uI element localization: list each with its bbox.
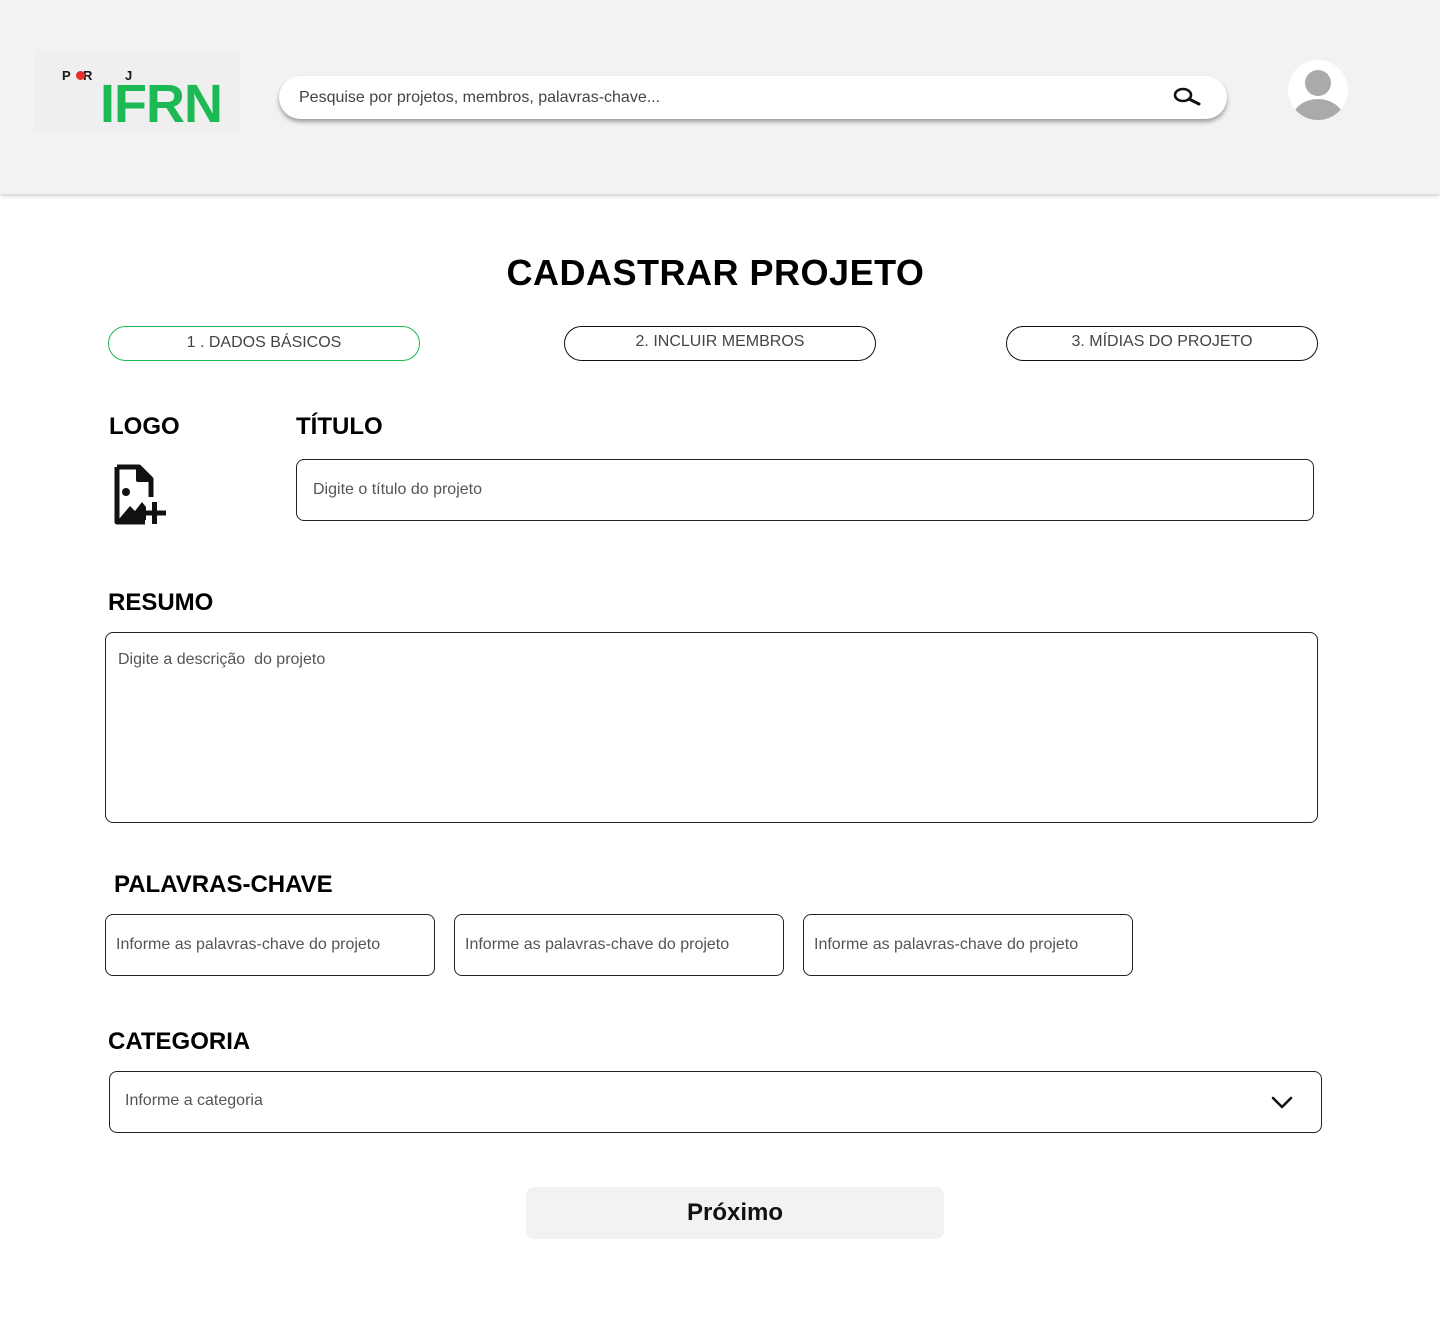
keyword-input-3[interactable]: [803, 914, 1133, 976]
keywords-label: PALAVRAS-CHAVE: [114, 871, 333, 898]
step-incluir-membros[interactable]: 2. INCLUIR MEMBROS: [564, 326, 876, 361]
category-select[interactable]: Informe a categoria: [109, 1071, 1322, 1133]
keyword-input-1[interactable]: [105, 914, 435, 976]
logo-letter-p: P: [62, 68, 71, 83]
search-input[interactable]: [299, 76, 1159, 119]
page-title: CADASTRAR PROJETO: [506, 252, 925, 293]
step-dados-basicos[interactable]: 1 . DADOS BÁSICOS: [108, 326, 420, 361]
summary-label: RESUMO: [108, 589, 214, 616]
add-image-icon[interactable]: [113, 464, 175, 526]
header: P R J IFRN: [0, 0, 1440, 194]
title-input[interactable]: [296, 459, 1314, 521]
chevron-down-icon[interactable]: [1270, 1094, 1294, 1110]
logo-name: IFRN: [100, 74, 223, 134]
step-midias-do-projeto[interactable]: 3. MÍDIAS DO PROJETO: [1006, 326, 1318, 361]
logo-dot: [76, 71, 85, 80]
user-avatar-icon[interactable]: [1288, 60, 1348, 120]
summary-textarea[interactable]: [105, 632, 1318, 823]
title-label: TÍTULO: [296, 413, 383, 440]
search-bar[interactable]: [279, 76, 1227, 119]
proj-ifrn-logo[interactable]: P R J IFRN: [34, 50, 240, 132]
logo-label: LOGO: [109, 413, 180, 440]
category-select-value: Informe a categoria: [125, 1092, 263, 1109]
next-button[interactable]: Próximo: [526, 1187, 944, 1239]
category-label: CATEGORIA: [108, 1028, 251, 1055]
search-icon[interactable]: [1172, 86, 1202, 108]
keyword-input-2[interactable]: [454, 914, 784, 976]
